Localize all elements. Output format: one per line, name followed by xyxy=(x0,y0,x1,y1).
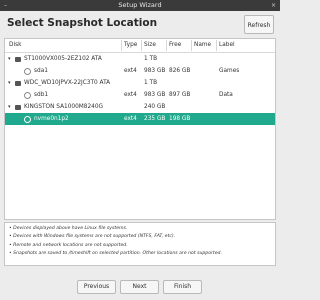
partition-row[interactable]: nvme0n1p2 ext4 235 GB 198 GB xyxy=(5,113,275,125)
column-separator xyxy=(141,40,142,51)
previous-button[interactable]: Previous xyxy=(77,280,116,294)
cell-disk: sda1 xyxy=(34,68,48,74)
info-panel: • Devices displayed above have Linux fil… xyxy=(4,222,276,266)
info-line: • Devices with Windows file systems are … xyxy=(9,234,176,240)
cell-type: ext4 xyxy=(124,116,137,122)
cell-type: ext4 xyxy=(124,92,137,98)
cell-disk: sdb1 xyxy=(34,92,49,98)
radio-button[interactable] xyxy=(24,67,31,75)
expander-icon[interactable]: ▾ xyxy=(8,77,11,89)
column-header-size[interactable]: Size xyxy=(144,39,156,52)
page-header: Select Snapshot Location Refresh xyxy=(0,11,280,37)
info-line: • Devices displayed above have Linux fil… xyxy=(9,226,128,231)
cell-label: Data xyxy=(219,92,233,98)
disk-row[interactable]: ▾ WDC_WD10JPVX-22JC3T0 ATA 1 TB xyxy=(5,77,275,89)
column-header-free[interactable]: Free xyxy=(169,39,181,52)
column-separator xyxy=(191,40,192,51)
column-separator xyxy=(121,40,122,51)
cell-disk: nvme0n1p2 xyxy=(34,116,69,122)
minimize-icon[interactable]: – xyxy=(3,3,8,9)
disk-icon xyxy=(15,56,21,62)
partition-row[interactable]: sda1 ext4 983 GB 826 GB Games xyxy=(5,65,275,77)
radio-button[interactable] xyxy=(24,91,31,99)
close-icon[interactable]: × xyxy=(271,3,276,9)
cell-free: 198 GB xyxy=(169,116,191,122)
expander-icon[interactable]: ▾ xyxy=(8,101,11,113)
expander-icon[interactable]: ▾ xyxy=(8,53,11,65)
page-title: Select Snapshot Location xyxy=(7,17,158,29)
column-separator xyxy=(166,40,167,51)
cell-size: 1 TB xyxy=(144,80,158,86)
column-header-type[interactable]: Type xyxy=(124,39,137,52)
cell-size: 240 GB xyxy=(144,104,166,110)
column-header-disk[interactable]: Disk xyxy=(9,39,21,52)
column-header-label[interactable]: Label xyxy=(219,39,235,52)
cell-type: ext4 xyxy=(124,68,137,74)
cell-size: 235 GB xyxy=(144,116,166,122)
disk-icon xyxy=(15,80,21,86)
table-header: Disk Type Size Free Name Label xyxy=(5,39,275,53)
column-separator xyxy=(216,40,217,51)
cell-size: 983 GB xyxy=(144,68,166,74)
cell-free: 826 GB xyxy=(169,68,191,74)
partition-row[interactable]: sdb1 ext4 983 GB 897 GB Data xyxy=(5,89,275,101)
info-line: • Snapshots are saved to /timeshift on s… xyxy=(9,251,222,257)
refresh-button[interactable]: Refresh xyxy=(244,15,274,34)
cell-disk: WDC_WD10JPVX-22JC3T0 ATA xyxy=(24,80,111,86)
window-titlebar: – Setup Wizard × xyxy=(0,0,280,11)
cell-free: 897 GB xyxy=(169,92,191,98)
disk-row[interactable]: ▾ KINGSTON SA1000M8240G 240 GB xyxy=(5,101,275,113)
disk-row[interactable]: ▾ ST1000VX005-2EZ102 ATA 1 TB xyxy=(5,53,275,65)
cell-size: 1 TB xyxy=(144,56,158,62)
cell-label: Games xyxy=(219,68,240,74)
next-button[interactable]: Next xyxy=(120,280,159,294)
cell-disk: ST1000VX005-2EZ102 ATA xyxy=(24,56,102,62)
snapshot-location-table: Disk Type Size Free Name Label ▾ ST1000VX… xyxy=(4,38,276,220)
column-header-name[interactable]: Name xyxy=(194,39,211,52)
info-line: • Remote and network locations are not s… xyxy=(9,242,128,248)
cell-size: 983 GB xyxy=(144,92,166,98)
cell-disk: KINGSTON SA1000M8240G xyxy=(24,104,104,110)
disk-icon xyxy=(15,104,21,110)
finish-button[interactable]: Finish xyxy=(163,280,202,294)
window-title: Setup Wizard xyxy=(118,1,162,9)
table-body: ▾ ST1000VX005-2EZ102 ATA 1 TB sda1 ext4 983 G… xyxy=(5,53,275,125)
radio-button[interactable] xyxy=(24,115,31,123)
